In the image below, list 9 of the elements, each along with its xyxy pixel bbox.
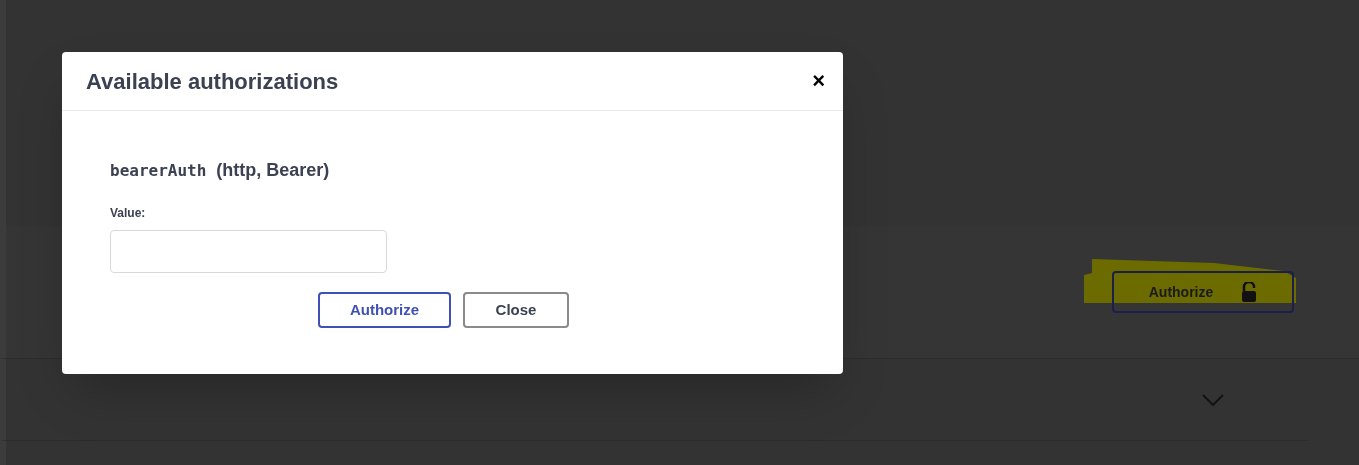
field-label: Value: [110, 205, 147, 222]
scheme-type: (http, Bearer) [216, 159, 330, 182]
authorize-button[interactable]: Authorize [318, 292, 451, 328]
padlock-icon [1241, 282, 1258, 302]
value-input[interactable] [110, 230, 387, 273]
close-button[interactable]: Close [463, 292, 569, 328]
chevron-down-icon [1202, 393, 1224, 406]
scheme-name: bearerAuth [110, 160, 207, 182]
dialog-title: Available authorizations [86, 67, 339, 96]
